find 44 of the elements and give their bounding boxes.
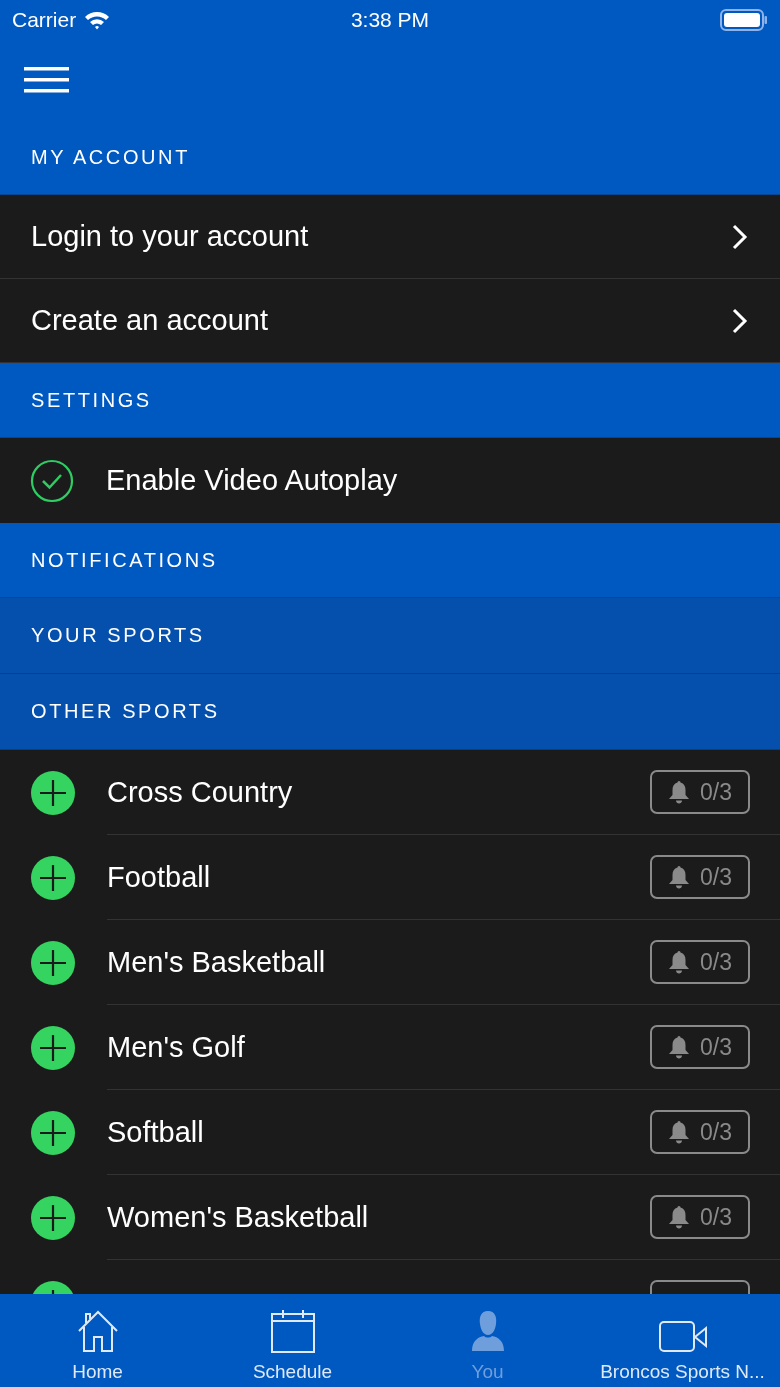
bell-icon [668,865,690,889]
video-camera-icon [658,1321,707,1353]
plus-icon[interactable] [31,770,75,815]
menu-icon[interactable] [24,66,70,94]
notification-count-button[interactable]: 0/3 [650,1025,750,1069]
section-header[interactable]: YOUR SPORTS [0,598,780,674]
section-header[interactable]: NOTIFICATIONS [0,523,780,598]
sport-name: Men's Golf [107,1030,245,1064]
plus-icon[interactable] [31,1110,75,1155]
clock-time: 3:38 PM [349,8,431,32]
notification-count-button[interactable]: 0/3 [650,855,750,899]
carrier-name: Carrier [12,8,77,32]
sport-name: Football [107,860,211,894]
person-icon [469,1309,506,1353]
bell-icon [668,1035,690,1059]
sport-name: Men's Basketball [107,945,326,979]
tab-item[interactable]: Broncos Sports N... [585,1294,780,1387]
section-header[interactable]: OTHER SPORTS [0,674,780,750]
sport-name: Softball [107,1115,204,1149]
bell-icon [668,950,690,974]
section-header[interactable]: MY ACCOUNT [0,120,780,195]
sport-name: Women's Basketball [107,1200,369,1234]
plus-icon[interactable] [31,1025,75,1070]
bell-icon [668,1120,690,1144]
notification-count-button[interactable]: 0/3 [650,770,750,814]
battery-icon [720,9,768,31]
tab-item[interactable]: Home [0,1294,195,1387]
tab-item[interactable]: Schedule [195,1294,390,1387]
bell-icon [668,1205,690,1229]
plus-icon[interactable] [31,855,75,900]
sport-name: Cross Country [107,775,293,809]
wifi-icon [84,10,111,30]
setting-label: Enable Video Autoplay [106,464,398,497]
chevron-icon [732,307,748,334]
notification-count-button[interactable]: 0/3 [650,1110,750,1154]
notification-count-button[interactable]: 0/3 [650,940,750,984]
calendar-icon [270,1309,315,1353]
plus-icon[interactable] [31,1195,75,1240]
bell-icon [668,780,690,804]
section-header[interactable]: SETTINGS [0,363,780,438]
plus-icon[interactable] [31,940,75,985]
notification-count-button[interactable]: 0/3 [650,1195,750,1239]
chevron-icon [732,223,748,250]
checkmark-icon[interactable] [30,458,74,503]
